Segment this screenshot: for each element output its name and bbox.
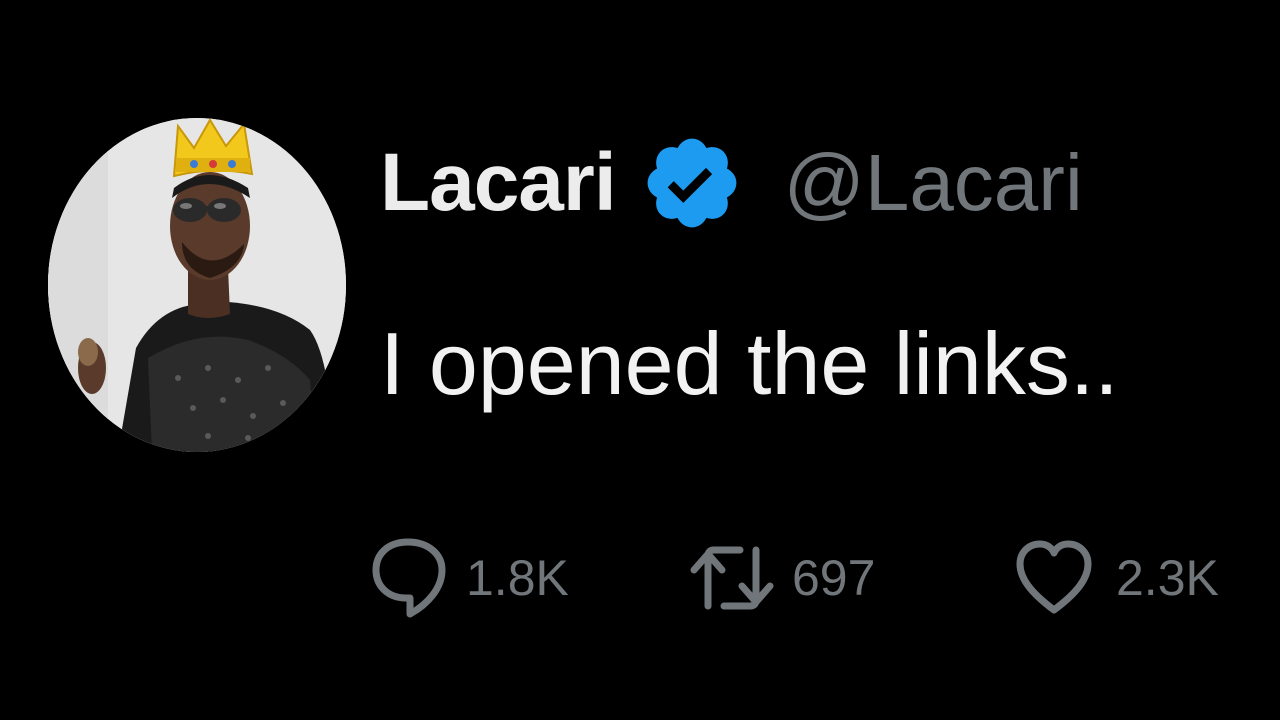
like-button[interactable]: 2.3K — [1014, 536, 1219, 620]
reply-button[interactable]: 1.8K — [370, 536, 569, 620]
heart-icon — [1014, 538, 1094, 618]
tweet-card[interactable]: Lacari @Lacari I opened the links.. 1.8K — [0, 0, 1280, 720]
display-name[interactable]: Lacari — [380, 142, 617, 224]
reply-icon — [370, 536, 448, 620]
avatar-image — [48, 118, 346, 452]
tweet-header: Lacari @Lacari — [380, 128, 1083, 238]
retweet-count: 697 — [792, 550, 876, 606]
like-count: 2.3K — [1116, 550, 1219, 606]
reply-count: 1.8K — [466, 550, 569, 606]
avatar[interactable] — [48, 118, 346, 452]
handle[interactable]: @Lacari — [784, 143, 1083, 223]
retweet-button[interactable]: 697 — [688, 536, 875, 620]
verified-badge-icon — [640, 131, 744, 235]
retweet-icon — [688, 536, 776, 620]
tweet-text: I opened the links.. — [380, 314, 1119, 413]
